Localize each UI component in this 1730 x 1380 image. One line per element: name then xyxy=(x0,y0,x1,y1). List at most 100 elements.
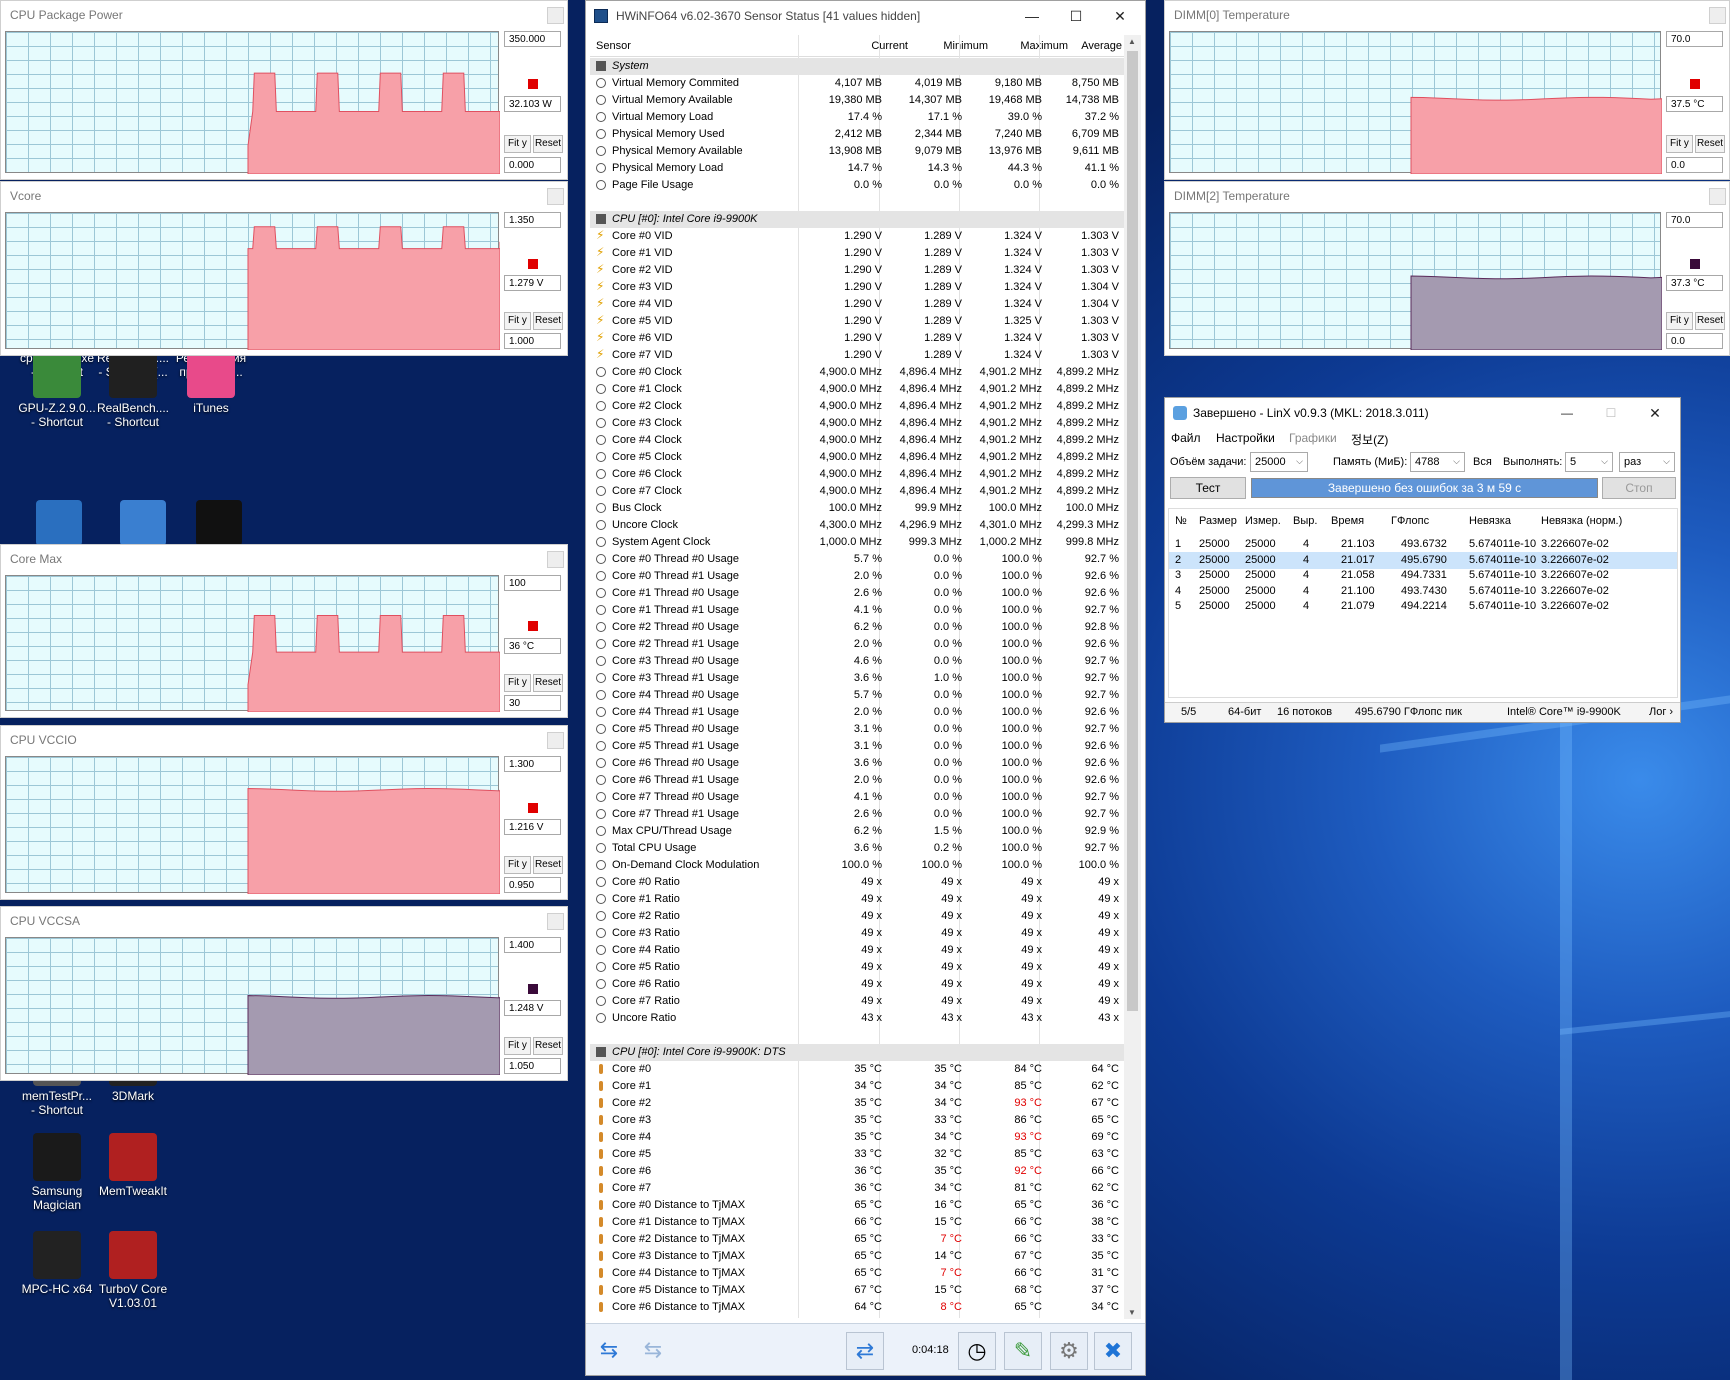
graph-window-cpu-vccsa[interactable]: CPU VCCSA 1.400 1.248 V Fit y Reset 1.05… xyxy=(0,906,568,1081)
results-col-header[interactable]: Время xyxy=(1331,513,1364,530)
run-count-select[interactable]: 5 ⌵ xyxy=(1565,452,1613,472)
sensor-row[interactable]: Core #3 Ratio 49 x 49 x 49 x 49 x xyxy=(590,925,1124,942)
stop-button[interactable]: Стоп xyxy=(1602,477,1676,499)
close-sensors-icon[interactable]: ✖ xyxy=(1094,1332,1132,1370)
reset-button[interactable]: Reset xyxy=(533,312,563,330)
scroll-up-icon[interactable]: ▲ xyxy=(1128,37,1136,46)
sensor-row[interactable]: Total CPU Usage 3.6 % 0.2 % 100.0 % 92.7 % xyxy=(590,840,1124,857)
results-row[interactable]: 5 25000 25000 4 21.079 494.2214 5.674011e-10 3.… xyxy=(1169,598,1677,615)
linx-titlebar[interactable]: Завершено - LinX v0.9.3 (MKL: 2018.3.011… xyxy=(1165,398,1680,428)
results-row[interactable]: 1 25000 25000 4 21.103 493.6732 5.674011e-10 3.… xyxy=(1169,536,1677,553)
desktop-icon[interactable]: RealBench.... - Shortcut xyxy=(92,350,174,429)
desktop-icon[interactable]: iTunes xyxy=(170,350,252,415)
sensor-row[interactable]: Max CPU/Thread Usage 6.2 % 1.5 % 100.0 % 92.… xyxy=(590,823,1124,840)
col-sensor[interactable]: Sensor xyxy=(596,40,631,52)
graph-window-cpu-package-power[interactable]: CPU Package Power 350.000 32.103 W Fit y… xyxy=(0,0,568,180)
desktop-icon[interactable]: MPC-HC x64 xyxy=(16,1231,98,1296)
desktop-app-icon[interactable] xyxy=(36,500,82,546)
graph-color-marker[interactable] xyxy=(528,802,538,813)
sensor-row[interactable]: Physical Memory Load 14.7 % 14.3 % 44.3 % 41… xyxy=(590,160,1124,177)
linx-minimize-button[interactable]: — xyxy=(1545,401,1589,425)
task-size-select[interactable]: 25000 ⌵ xyxy=(1250,452,1308,472)
sensor-row[interactable]: Core #3 35 °C 33 °C 86 °C 65 °C xyxy=(590,1112,1124,1129)
sensor-row[interactable]: Core #1 Distance to TjMAX 66 °C 15 °C 66 °C… xyxy=(590,1214,1124,1231)
sensor-row[interactable]: Core #4 Distance to TjMAX 65 °C 7 °C 66 °C 3… xyxy=(590,1265,1124,1282)
settings-gear-icon[interactable]: ⚙ xyxy=(1050,1332,1088,1370)
desktop-app-icon[interactable] xyxy=(120,500,166,546)
sensor-row[interactable]: Core #5 Thread #1 Usage 3.1 % 0.0 % 100.0 %… xyxy=(590,738,1124,755)
reset-button[interactable]: Reset xyxy=(533,674,563,693)
results-col-header[interactable]: Размер xyxy=(1199,513,1237,530)
sensor-row[interactable]: Core #5 Distance to TjMAX 67 °C 15 °C 68 °C… xyxy=(590,1282,1124,1299)
sensor-row[interactable]: Core #0 Clock 4,900.0 MHz 4,896.4 MHz 4,901… xyxy=(590,364,1124,381)
sensor-row[interactable]: Core #0 Distance to TjMAX 65 °C 16 °C 65 °C… xyxy=(590,1197,1124,1214)
log-link[interactable]: Лог › xyxy=(1649,703,1673,722)
fit-y-button[interactable]: Fit y xyxy=(504,134,531,153)
sensor-row[interactable]: Core #4 Thread #1 Usage 2.0 % 0.0 % 100.0 %… xyxy=(590,704,1124,721)
results-col-header[interactable]: Измер. xyxy=(1245,513,1281,530)
sensor-row[interactable]: Core #7 36 °C 34 °C 81 °C 62 °C xyxy=(590,1180,1124,1197)
sensor-row[interactable]: Core #2 Distance to TjMAX 65 °C 7 °C 66 °C 3… xyxy=(590,1231,1124,1248)
reset-button[interactable]: Reset xyxy=(1695,312,1725,330)
hwinfo-titlebar[interactable]: HWiNFO64 v6.02-3670 Sensor Status [41 va… xyxy=(586,1,1145,31)
graph-close-icon[interactable] xyxy=(1709,188,1726,205)
sensor-row[interactable]: Core #2 Ratio 49 x 49 x 49 x 49 x xyxy=(590,908,1124,925)
graph-window-cpu-vccio[interactable]: CPU VCCIO 1.300 1.216 V Fit y Reset 0.95… xyxy=(0,725,568,900)
sensor-row[interactable]: Physical Memory Used 2,412 MB 2,344 MB 7,24… xyxy=(590,126,1124,143)
sensor-row[interactable]: Core #2 Clock 4,900.0 MHz 4,896.4 MHz 4,901… xyxy=(590,398,1124,415)
fit-y-button[interactable]: Fit y xyxy=(504,312,531,330)
scrollbar-thumb[interactable] xyxy=(1127,51,1138,1011)
results-row[interactable]: 4 25000 25000 4 21.100 493.7430 5.674011e-10 3.… xyxy=(1169,583,1677,600)
sensor-row[interactable]: Core #4 Thread #0 Usage 5.7 % 0.0 % 100.0 %… xyxy=(590,687,1124,704)
network-icon[interactable]: ⇄ xyxy=(846,1332,884,1370)
desktop-app-icon[interactable] xyxy=(196,500,242,546)
all-memory-label[interactable]: Вся xyxy=(1473,456,1492,468)
menu-file[interactable]: Файл xyxy=(1171,431,1201,445)
sensor-row[interactable]: Core #0 35 °C 35 °C 84 °C 64 °C xyxy=(590,1061,1124,1078)
fit-y-button[interactable]: Fit y xyxy=(504,674,531,693)
linx-close-button[interactable]: ✕ xyxy=(1633,401,1677,425)
col-minimum[interactable]: Minimum xyxy=(920,40,988,52)
col-maximum[interactable]: Maximum xyxy=(1000,40,1068,52)
maximize-button[interactable]: ☐ xyxy=(1054,4,1098,28)
sensor-row[interactable]: Core #6 Ratio 49 x 49 x 49 x 49 x xyxy=(590,976,1124,993)
sensor-row[interactable]: Page File Usage 0.0 % 0.0 % 0.0 % 0.0 % xyxy=(590,177,1124,194)
nav-left-right-icon[interactable]: ⇆ xyxy=(590,1332,628,1370)
reset-button[interactable]: Reset xyxy=(533,1037,563,1055)
sensor-row[interactable]: Bus Clock 100.0 MHz 99.9 MHz 100.0 MHz 100.0… xyxy=(590,500,1124,517)
fit-y-button[interactable]: Fit y xyxy=(1666,134,1693,153)
test-button[interactable]: Тест xyxy=(1170,477,1246,499)
linx-maximize-button[interactable]: ☐ xyxy=(1589,401,1633,425)
menu-info[interactable]: 정보(Z) xyxy=(1351,431,1388,448)
sensor-row[interactable]: Core #1 Thread #0 Usage 2.6 % 0.0 % 100.0 %… xyxy=(590,585,1124,602)
scroll-down-icon[interactable]: ▼ xyxy=(1128,1308,1136,1317)
graph-window-core-max[interactable]: Core Max 100 36 °C Fit y Reset 30 xyxy=(0,544,568,718)
add-report-icon[interactable]: ✎ xyxy=(1004,1332,1042,1370)
nav-collapse-icon[interactable]: ⇆ xyxy=(634,1332,672,1370)
sensor-row[interactable]: Core #5 Ratio 49 x 49 x 49 x 49 x xyxy=(590,959,1124,976)
sensor-row[interactable]: Core #2 35 °C 34 °C 93 °C 67 °C xyxy=(590,1095,1124,1112)
graph-close-icon[interactable] xyxy=(547,913,564,930)
sensor-row[interactable]: Core #1 34 °C 34 °C 85 °C 62 °C xyxy=(590,1078,1124,1095)
sensor-row[interactable]: Core #4 35 °C 34 °C 93 °C 69 °C xyxy=(590,1129,1124,1146)
menu-settings[interactable]: Настройки xyxy=(1216,431,1275,445)
graph-color-marker[interactable] xyxy=(1690,79,1700,90)
desktop-icon[interactable]: Samsung Magician xyxy=(16,1133,98,1212)
close-button[interactable]: ✕ xyxy=(1098,4,1142,28)
sensor-row[interactable]: Core #4 Ratio 49 x 49 x 49 x 49 x xyxy=(590,942,1124,959)
sensor-row[interactable]: Core #6 Thread #1 Usage 2.0 % 0.0 % 100.0 %… xyxy=(590,772,1124,789)
sensor-group-header[interactable]: CPU [#0]: Intel Core i9-9900K: DTS xyxy=(590,1044,1124,1061)
memory-select[interactable]: 4788 ⌵ xyxy=(1410,452,1465,472)
graph-close-icon[interactable] xyxy=(547,732,564,749)
graph-close-icon[interactable] xyxy=(547,7,564,24)
minimize-button[interactable]: — xyxy=(1010,4,1054,28)
sensor-row[interactable]: ⚡ Core #4 VID 1.290 V 1.289 V 1.324 V 1.304 V xyxy=(590,296,1124,313)
sensor-row[interactable]: ⚡ Core #5 VID 1.290 V 1.289 V 1.325 V 1.303 V xyxy=(590,313,1124,330)
sensor-row[interactable]: Core #5 Clock 4,900.0 MHz 4,896.4 MHz 4,901… xyxy=(590,449,1124,466)
graph-color-marker[interactable] xyxy=(528,983,538,994)
sensor-row[interactable]: ⚡ Core #0 VID 1.290 V 1.289 V 1.324 V 1.303 V xyxy=(590,228,1124,245)
fit-y-button[interactable]: Fit y xyxy=(504,856,531,874)
graph-color-marker[interactable] xyxy=(528,621,538,632)
sensor-row[interactable]: Core #2 Thread #0 Usage 6.2 % 0.0 % 100.0 %… xyxy=(590,619,1124,636)
sensor-row[interactable]: Core #7 Thread #1 Usage 2.6 % 0.0 % 100.0 %… xyxy=(590,806,1124,823)
